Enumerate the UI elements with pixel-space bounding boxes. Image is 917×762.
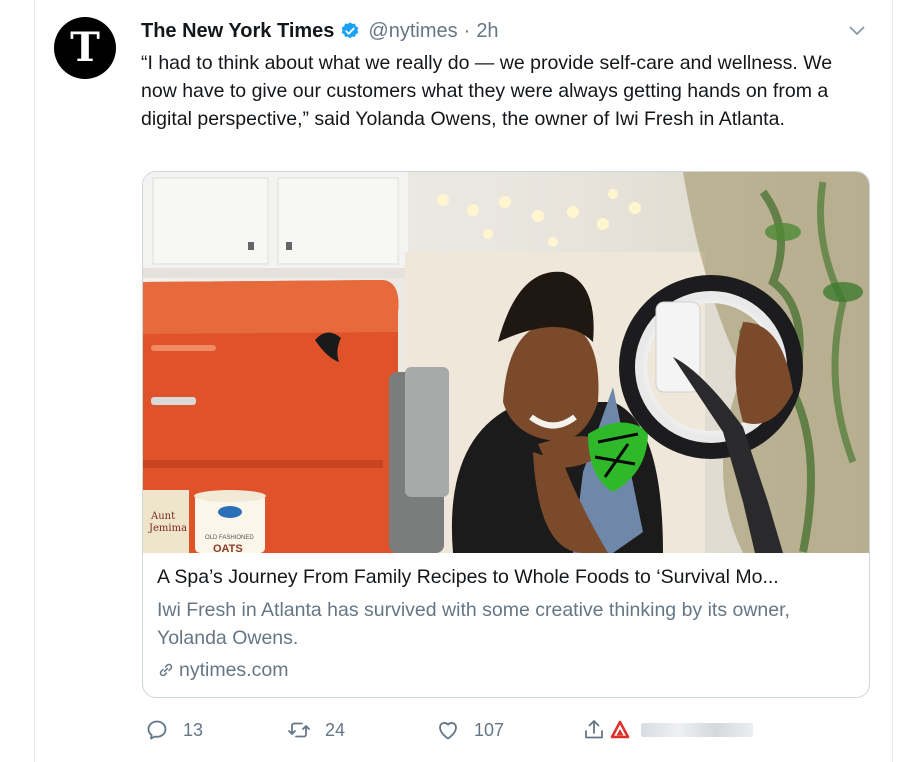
like-icon bbox=[439, 722, 457, 740]
verified-badge-icon bbox=[342, 22, 359, 39]
reply-icon bbox=[147, 720, 167, 740]
like-action[interactable]: 107 bbox=[436, 716, 504, 744]
like-count: 107 bbox=[474, 719, 505, 740]
tweet-timestamp[interactable]: 2h bbox=[476, 20, 498, 43]
share-icon bbox=[585, 720, 603, 739]
blurred-extension-label bbox=[641, 723, 753, 737]
author-avatar[interactable]: T bbox=[54, 17, 116, 79]
link-icon bbox=[159, 663, 173, 677]
card-title[interactable]: A Spa’s Journey From Family Recipes to W… bbox=[157, 566, 857, 589]
link-card[interactable]: Aunt Jemima OLD FASHIONED OATS A Spa’s J… bbox=[142, 171, 870, 698]
author-handle[interactable]: @nytimes bbox=[368, 20, 457, 43]
container-brand-line2: Jemima bbox=[148, 523, 187, 534]
brave-icon[interactable] bbox=[610, 720, 630, 740]
tweet-header: The New York Times @nytimes · 2h bbox=[141, 18, 499, 44]
share-action[interactable] bbox=[582, 716, 630, 744]
reply-count: 13 bbox=[183, 719, 204, 740]
oats-label-line1: OLD FASHIONED bbox=[205, 535, 254, 541]
retweet-action[interactable]: 24 bbox=[287, 716, 345, 744]
card-description: Iwi Fresh in Atlanta has survived with s… bbox=[157, 599, 790, 649]
card-domain[interactable]: nytimes.com bbox=[157, 657, 288, 683]
tweet-text: “I had to think about what we really do … bbox=[141, 52, 833, 130]
header-separator: · bbox=[463, 19, 471, 42]
container-brand-line1: Aunt bbox=[150, 511, 175, 522]
caret-down-icon[interactable] bbox=[848, 22, 866, 40]
retweet-count: 24 bbox=[325, 719, 346, 740]
article-photo: Aunt Jemima OLD FASHIONED OATS bbox=[143, 172, 869, 553]
retweet-icon bbox=[288, 722, 310, 738]
oats-label-line2: OATS bbox=[213, 543, 243, 553]
reply-action[interactable]: 13 bbox=[145, 716, 203, 744]
nyt-logo-letter: T bbox=[70, 24, 100, 71]
card-domain-text: nytimes.com bbox=[179, 658, 289, 681]
author-name[interactable]: The New York Times bbox=[141, 20, 334, 43]
